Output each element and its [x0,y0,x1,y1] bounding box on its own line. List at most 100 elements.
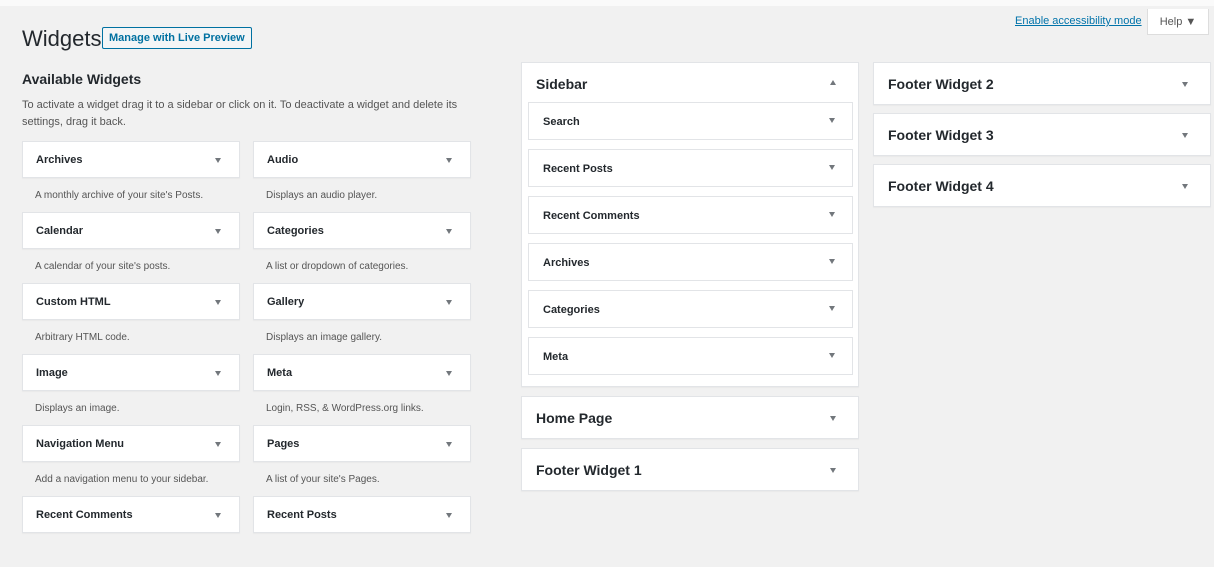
widget-area-title: Footer Widget 3 [888,127,994,143]
widget-title: Custom HTML [36,296,111,308]
widget-description: A list of your site's Pages. [266,474,380,485]
widget-area-title: Home Page [536,410,613,426]
available-widget-archives: Archives A monthly archive of your site'… [22,141,240,212]
widget-title: Archives [543,257,590,269]
widget-title: Recent Comments [543,210,640,222]
manage-live-preview-button[interactable]: Manage with Live Preview [102,27,252,49]
widget-title: Pages [267,438,300,450]
available-widgets-description: To activate a widget drag it to a sideba… [22,99,458,128]
widget-title: Recent Comments [36,509,133,521]
widget-categories-handle[interactable]: Categories [253,212,471,249]
available-widgets-left-column: Archives A monthly archive of your site'… [22,141,240,567]
widget-title: Image [36,367,68,379]
widget-area-home-page[interactable]: Home Page [521,396,859,439]
chevron-down-icon[interactable] [215,513,221,518]
available-widget-pages: Pages A list of your site's Pages. [253,425,471,496]
chevron-down-icon[interactable] [446,158,452,163]
available-widget-audio: Audio Displays an audio player. [253,141,471,212]
sidebar-widget-categories[interactable]: Categories [528,290,853,328]
widget-archives-handle[interactable]: Archives [22,141,240,178]
chevron-down-icon[interactable] [829,306,835,311]
widget-title: Gallery [267,296,305,308]
sidebar-widget-search[interactable]: Search [528,102,853,140]
chevron-down-icon[interactable] [1182,184,1188,189]
widget-title: Audio [267,154,299,166]
widget-audio-handle[interactable]: Audio [253,141,471,178]
chevron-down-icon[interactable] [446,513,452,518]
widget-custom-html-handle[interactable]: Custom HTML [22,283,240,320]
widget-title: Recent Posts [267,509,337,521]
chevron-down-icon[interactable] [829,212,835,217]
sidebar-widget-recent-posts[interactable]: Recent Posts [528,149,853,187]
widget-description: Arbitrary HTML code. [35,332,130,343]
widget-title: Categories [543,304,600,316]
widget-description: A calendar of your site's posts. [35,261,171,272]
admin-top-strip [0,0,1214,6]
widget-recent-posts-handle[interactable]: Recent Posts [253,496,471,533]
widget-area-title: Footer Widget 4 [888,178,994,194]
chevron-down-icon[interactable] [829,353,835,358]
chevron-down-icon[interactable] [215,371,221,376]
widget-description: Displays an image gallery. [266,332,382,343]
sidebar-widget-meta[interactable]: Meta [528,337,853,375]
widget-title: Meta [543,351,569,363]
chevron-down-icon[interactable] [215,300,221,305]
available-widget-gallery: Gallery Displays an image gallery. [253,283,471,354]
widget-area-title: Footer Widget 2 [888,76,994,92]
widget-description: Add a navigation menu to your sidebar. [35,474,209,485]
widget-area-title[interactable]: Sidebar [536,76,587,92]
chevron-down-icon[interactable] [446,300,452,305]
available-widget-meta: Meta Login, RSS, & WordPress.org links. [253,354,471,425]
chevron-down-icon[interactable] [1182,82,1188,87]
chevron-down-icon[interactable] [829,259,835,264]
widget-calendar-handle[interactable]: Calendar [22,212,240,249]
sidebar-widget-list: Search Recent Posts Recent Comments Arch… [528,102,853,384]
chevron-down-icon[interactable] [446,229,452,234]
chevron-up-icon[interactable] [830,80,836,85]
widget-title: Navigation Menu [36,438,125,450]
available-widgets-right-column: Audio Displays an audio player. Categori… [253,141,471,567]
available-widget-calendar: Calendar A calendar of your site's posts… [22,212,240,283]
available-widget-recent-comments: Recent Comments [22,496,240,567]
chevron-down-icon[interactable] [215,442,221,447]
widget-area-footer-1[interactable]: Footer Widget 1 [521,448,859,491]
widget-description: Login, RSS, & WordPress.org links. [266,403,424,414]
widget-area-footer-3[interactable]: Footer Widget 3 [873,113,1211,156]
chevron-down-icon[interactable] [829,118,835,123]
chevron-down-icon[interactable] [215,158,221,163]
widget-title: Recent Posts [543,163,613,175]
widget-area-footer-4[interactable]: Footer Widget 4 [873,164,1211,207]
sidebar-widget-recent-comments[interactable]: Recent Comments [528,196,853,234]
available-widget-recent-posts: Recent Posts [253,496,471,567]
widget-description: A monthly archive of your site's Posts. [35,190,204,201]
chevron-down-icon[interactable] [215,229,221,234]
widget-description: A list or dropdown of categories. [266,261,409,272]
widget-area-title: Footer Widget 1 [536,462,642,478]
available-widget-navigation-menu: Navigation Menu Add a navigation menu to… [22,425,240,496]
widget-title: Meta [267,367,293,379]
widget-pages-handle[interactable]: Pages [253,425,471,462]
widget-navigation-menu-handle[interactable]: Navigation Menu [22,425,240,462]
available-widget-categories: Categories A list or dropdown of categor… [253,212,471,283]
widget-meta-handle[interactable]: Meta [253,354,471,391]
chevron-down-icon[interactable] [446,371,452,376]
widget-gallery-handle[interactable]: Gallery [253,283,471,320]
chevron-down-icon[interactable] [446,442,452,447]
help-tab-button[interactable]: Help ▼ [1147,9,1209,35]
widget-image-handle[interactable]: Image [22,354,240,391]
available-widget-image: Image Displays an image. [22,354,240,425]
chevron-down-icon[interactable] [830,468,836,473]
widget-description: Displays an image. [35,403,120,414]
chevron-down-icon[interactable] [830,416,836,421]
widget-recent-comments-handle[interactable]: Recent Comments [22,496,240,533]
enable-accessibility-mode-link[interactable]: Enable accessibility mode [1015,15,1142,27]
sidebar-widget-archives[interactable]: Archives [528,243,853,281]
available-widget-custom-html: Custom HTML Arbitrary HTML code. [22,283,240,354]
chevron-down-icon[interactable] [1182,133,1188,138]
widget-title: Categories [267,225,324,237]
available-widgets-heading: Available Widgets [22,71,142,87]
chevron-down-icon[interactable] [829,165,835,170]
widget-title: Search [543,116,580,128]
widget-title: Calendar [36,225,84,237]
widget-area-footer-2[interactable]: Footer Widget 2 [873,62,1211,105]
